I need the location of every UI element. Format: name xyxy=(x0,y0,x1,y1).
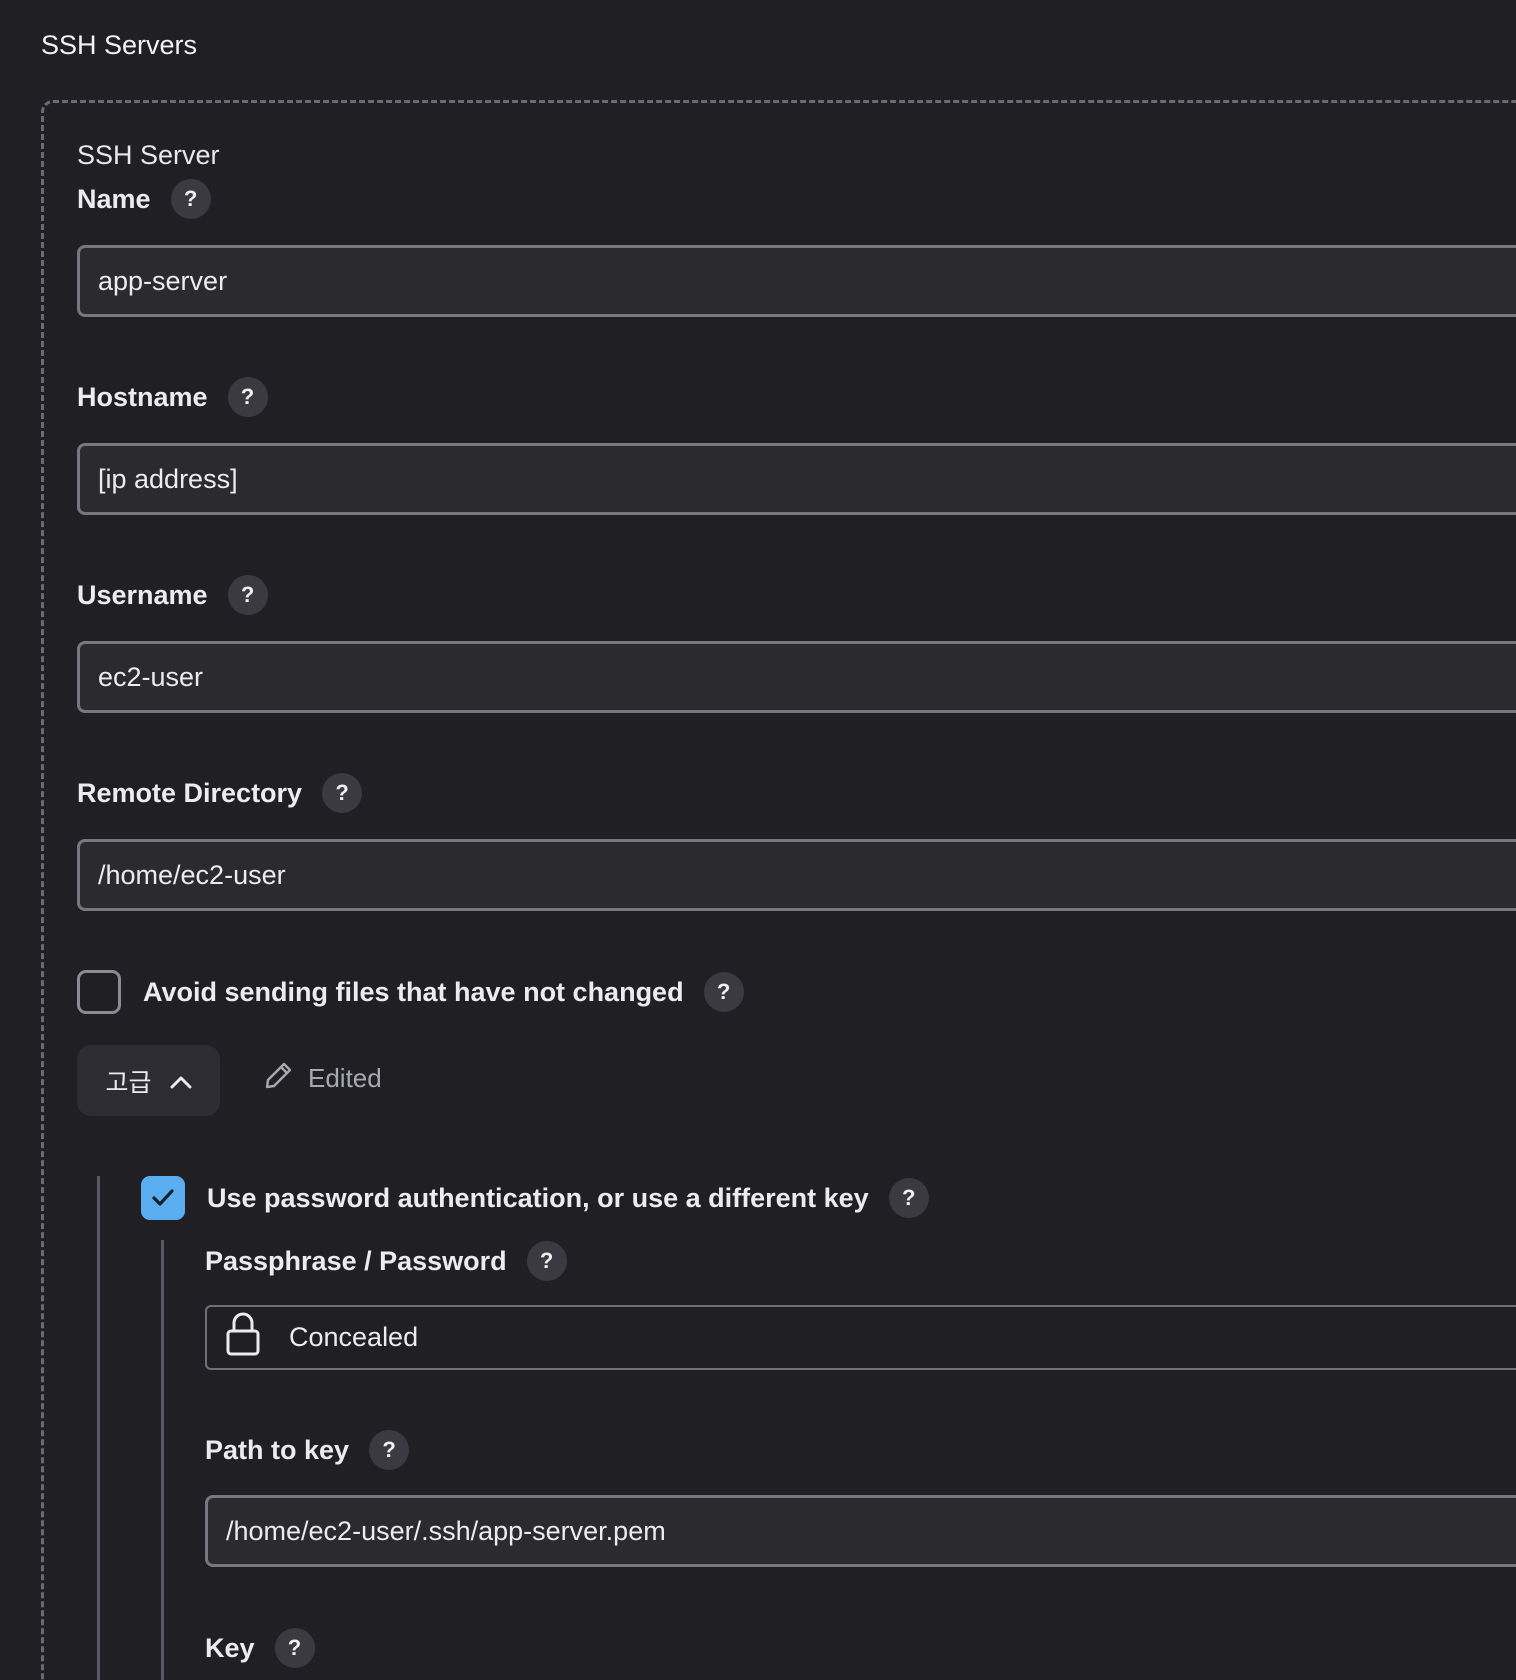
hostname-label-text: Hostname xyxy=(77,381,208,412)
name-field-label: Name ? xyxy=(77,177,211,221)
passphrase-help-icon[interactable]: ? xyxy=(526,1241,567,1281)
username-field-label: Username ? xyxy=(77,573,268,617)
advanced-toggle-button[interactable]: 고급 xyxy=(77,1045,220,1116)
password-auth-label: Use password authentication, or use a di… xyxy=(207,1182,869,1213)
password-section-guide-line xyxy=(161,1240,164,1680)
password-auth-checkbox[interactable] xyxy=(141,1176,185,1220)
passphrase-label-text: Passphrase / Password xyxy=(205,1245,507,1276)
avoid-unchanged-checkbox[interactable] xyxy=(77,970,121,1014)
remote-directory-help-icon[interactable]: ? xyxy=(322,773,363,813)
remote-directory-label-text: Remote Directory xyxy=(77,777,303,808)
pencil-icon xyxy=(264,1060,294,1097)
ssh-servers-page: SSH Servers SSH Server Name ? app-server… xyxy=(0,0,1516,1680)
avoid-unchanged-help-icon[interactable]: ? xyxy=(703,972,744,1012)
passphrase-value: Concealed xyxy=(289,1322,419,1352)
path-to-key-input[interactable]: /home/ec2-user/.ssh/app-server.pem xyxy=(205,1495,1516,1567)
advanced-toggle-label: 고급 xyxy=(105,1067,152,1097)
hostname-field-label: Hostname ? xyxy=(77,375,268,419)
ssh-server-block-title: SSH Server xyxy=(77,140,220,170)
name-label-text: Name xyxy=(77,183,151,214)
checkmark-icon xyxy=(152,1189,174,1206)
edited-label: Edited xyxy=(308,1063,382,1093)
password-auth-help-icon[interactable]: ? xyxy=(888,1178,929,1218)
avoid-unchanged-label: Avoid sending files that have not change… xyxy=(143,976,684,1007)
path-to-key-label-text: Path to key xyxy=(205,1434,350,1465)
hostname-input[interactable]: [ip address] xyxy=(77,443,1516,515)
hostname-help-icon[interactable]: ? xyxy=(227,377,268,417)
name-input[interactable]: app-server xyxy=(77,245,1516,317)
section-title: SSH Servers xyxy=(41,30,198,60)
chevron-up-icon xyxy=(170,1066,192,1095)
avoid-unchanged-row: Avoid sending files that have not change… xyxy=(77,970,744,1014)
key-field-label: Key ? xyxy=(205,1626,315,1670)
remote-directory-field-label: Remote Directory ? xyxy=(77,771,363,815)
edited-indicator: Edited xyxy=(264,1060,382,1097)
lock-icon xyxy=(225,1311,261,1364)
username-input[interactable]: ec2-user xyxy=(77,641,1516,713)
remote-directory-input[interactable]: /home/ec2-user xyxy=(77,839,1516,911)
path-to-key-help-icon[interactable]: ? xyxy=(369,1430,410,1470)
key-label-text: Key xyxy=(205,1632,255,1663)
password-auth-row: Use password authentication, or use a di… xyxy=(141,1176,929,1220)
path-to-key-field-label: Path to key ? xyxy=(205,1428,410,1472)
advanced-section-guide-line xyxy=(97,1176,100,1680)
passphrase-secret-field[interactable]: Concealed xyxy=(205,1305,1516,1370)
username-label-text: Username xyxy=(77,579,208,610)
key-help-icon[interactable]: ? xyxy=(274,1628,315,1668)
passphrase-field-label: Passphrase / Password ? xyxy=(205,1239,567,1283)
name-help-icon[interactable]: ? xyxy=(170,179,211,219)
username-help-icon[interactable]: ? xyxy=(227,575,268,615)
